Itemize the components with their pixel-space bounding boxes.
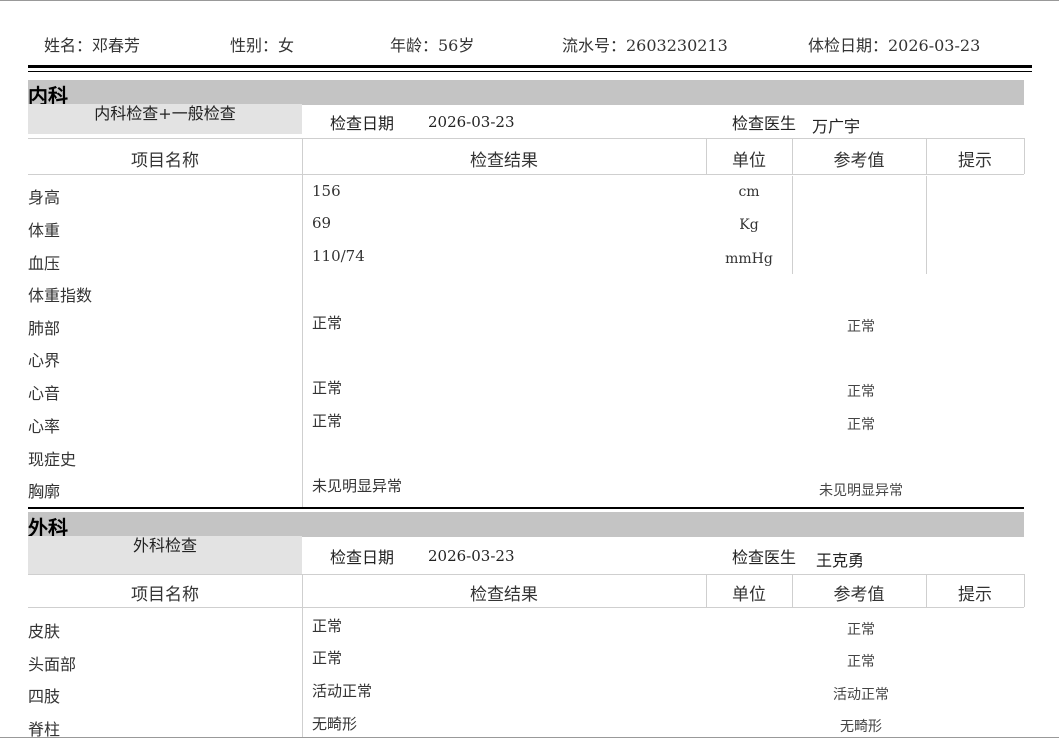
top-border [0,0,1059,1]
row-name: 胸廓 [28,482,61,501]
col-divider [706,574,707,607]
col-divider [792,176,793,274]
col-item: 项目名称 [131,585,199,605]
row-result: 正常 [312,314,343,332]
rule [28,607,1024,608]
serial-number: 流水号：2603230213 [562,36,728,55]
col-result: 检查结果 [470,151,538,171]
date-surgery: 2026-03-23 [428,547,515,565]
row-name: 皮肤 [28,622,61,641]
row-result: 110/74 [312,247,365,265]
col-ref: 参考值 [833,151,885,171]
row-ref: 正常 [847,654,875,670]
col-divider [302,574,303,737]
date-label-surgery: 检查日期 [330,548,395,567]
section-header-surgery [28,512,1024,537]
row-result: 未见明显异常 [312,477,403,495]
col-unit: 单位 [732,585,766,605]
row-result: 正常 [312,617,343,635]
sub-title-internal: 内科检查+一般检查 [28,104,302,134]
doctor-surgery: 王克勇 [816,551,865,570]
row-name: 体重 [28,221,61,240]
row-name: 现症史 [28,450,77,469]
row-name: 四肢 [28,687,61,706]
section-divider [28,507,1024,509]
row-ref: 正常 [847,319,875,335]
row-name: 心音 [28,384,61,403]
row-result: 69 [312,214,332,232]
row-result: 156 [312,182,341,200]
col-divider [926,176,927,274]
rule [28,138,1024,139]
row-name: 头面部 [28,655,77,674]
header-rule-thin [28,71,1032,72]
row-result: 正常 [312,649,343,667]
col-divider [926,138,927,174]
rule [28,174,1024,175]
col-divider [792,574,793,607]
row-unit: Kg [739,217,759,233]
row-name: 血压 [28,254,61,273]
col-hint: 提示 [958,585,992,605]
row-name: 体重指数 [28,286,93,305]
row-ref: 正常 [847,622,875,638]
bottom-border [0,737,1059,738]
row-result: 无畸形 [312,715,358,733]
col-hint: 提示 [958,151,992,171]
col-divider [926,574,927,607]
doctor-label-internal: 检查医生 [732,114,797,133]
row-ref: 正常 [847,417,875,433]
row-result: 正常 [312,412,343,430]
row-name: 身高 [28,188,61,207]
rule [28,574,1024,575]
col-divider [792,138,793,174]
sub-title-surgery: 外科检查 [28,536,302,574]
col-ref: 参考值 [833,585,885,605]
patient-age: 年龄：56岁 [390,36,475,55]
col-divider [706,138,707,174]
row-ref: 无畸形 [840,719,882,735]
doctor-internal: 万广宇 [812,117,861,136]
patient-name: 姓名：邓春芳 [44,36,141,55]
row-unit: cm [738,184,760,200]
row-unit: mmHg [725,251,773,267]
col-item: 项目名称 [131,151,199,171]
patient-sex: 性别：女 [230,36,295,55]
exam-date: 体检日期：2026-03-23 [808,36,981,55]
report-page: 姓名：邓春芳 性别：女 年龄：56岁 流水号：2603230213 体检日期：2… [0,0,1059,741]
col-divider [1024,138,1025,174]
row-name: 心界 [28,351,61,370]
row-name: 肺部 [28,319,61,338]
section-header-internal [28,80,1024,105]
row-name: 心率 [28,417,61,436]
row-ref: 活动正常 [833,687,889,703]
header-rule [28,65,1032,68]
row-result: 活动正常 [312,682,373,700]
col-result: 检查结果 [470,585,538,605]
row-ref: 正常 [847,384,875,400]
col-divider [1024,574,1025,607]
col-unit: 单位 [732,151,766,171]
date-label-internal: 检查日期 [330,114,395,133]
date-internal: 2026-03-23 [428,113,515,131]
row-ref: 未见明显异常 [819,483,903,499]
col-divider [302,138,303,508]
row-result: 正常 [312,379,343,397]
doctor-label-surgery: 检查医生 [732,548,797,567]
